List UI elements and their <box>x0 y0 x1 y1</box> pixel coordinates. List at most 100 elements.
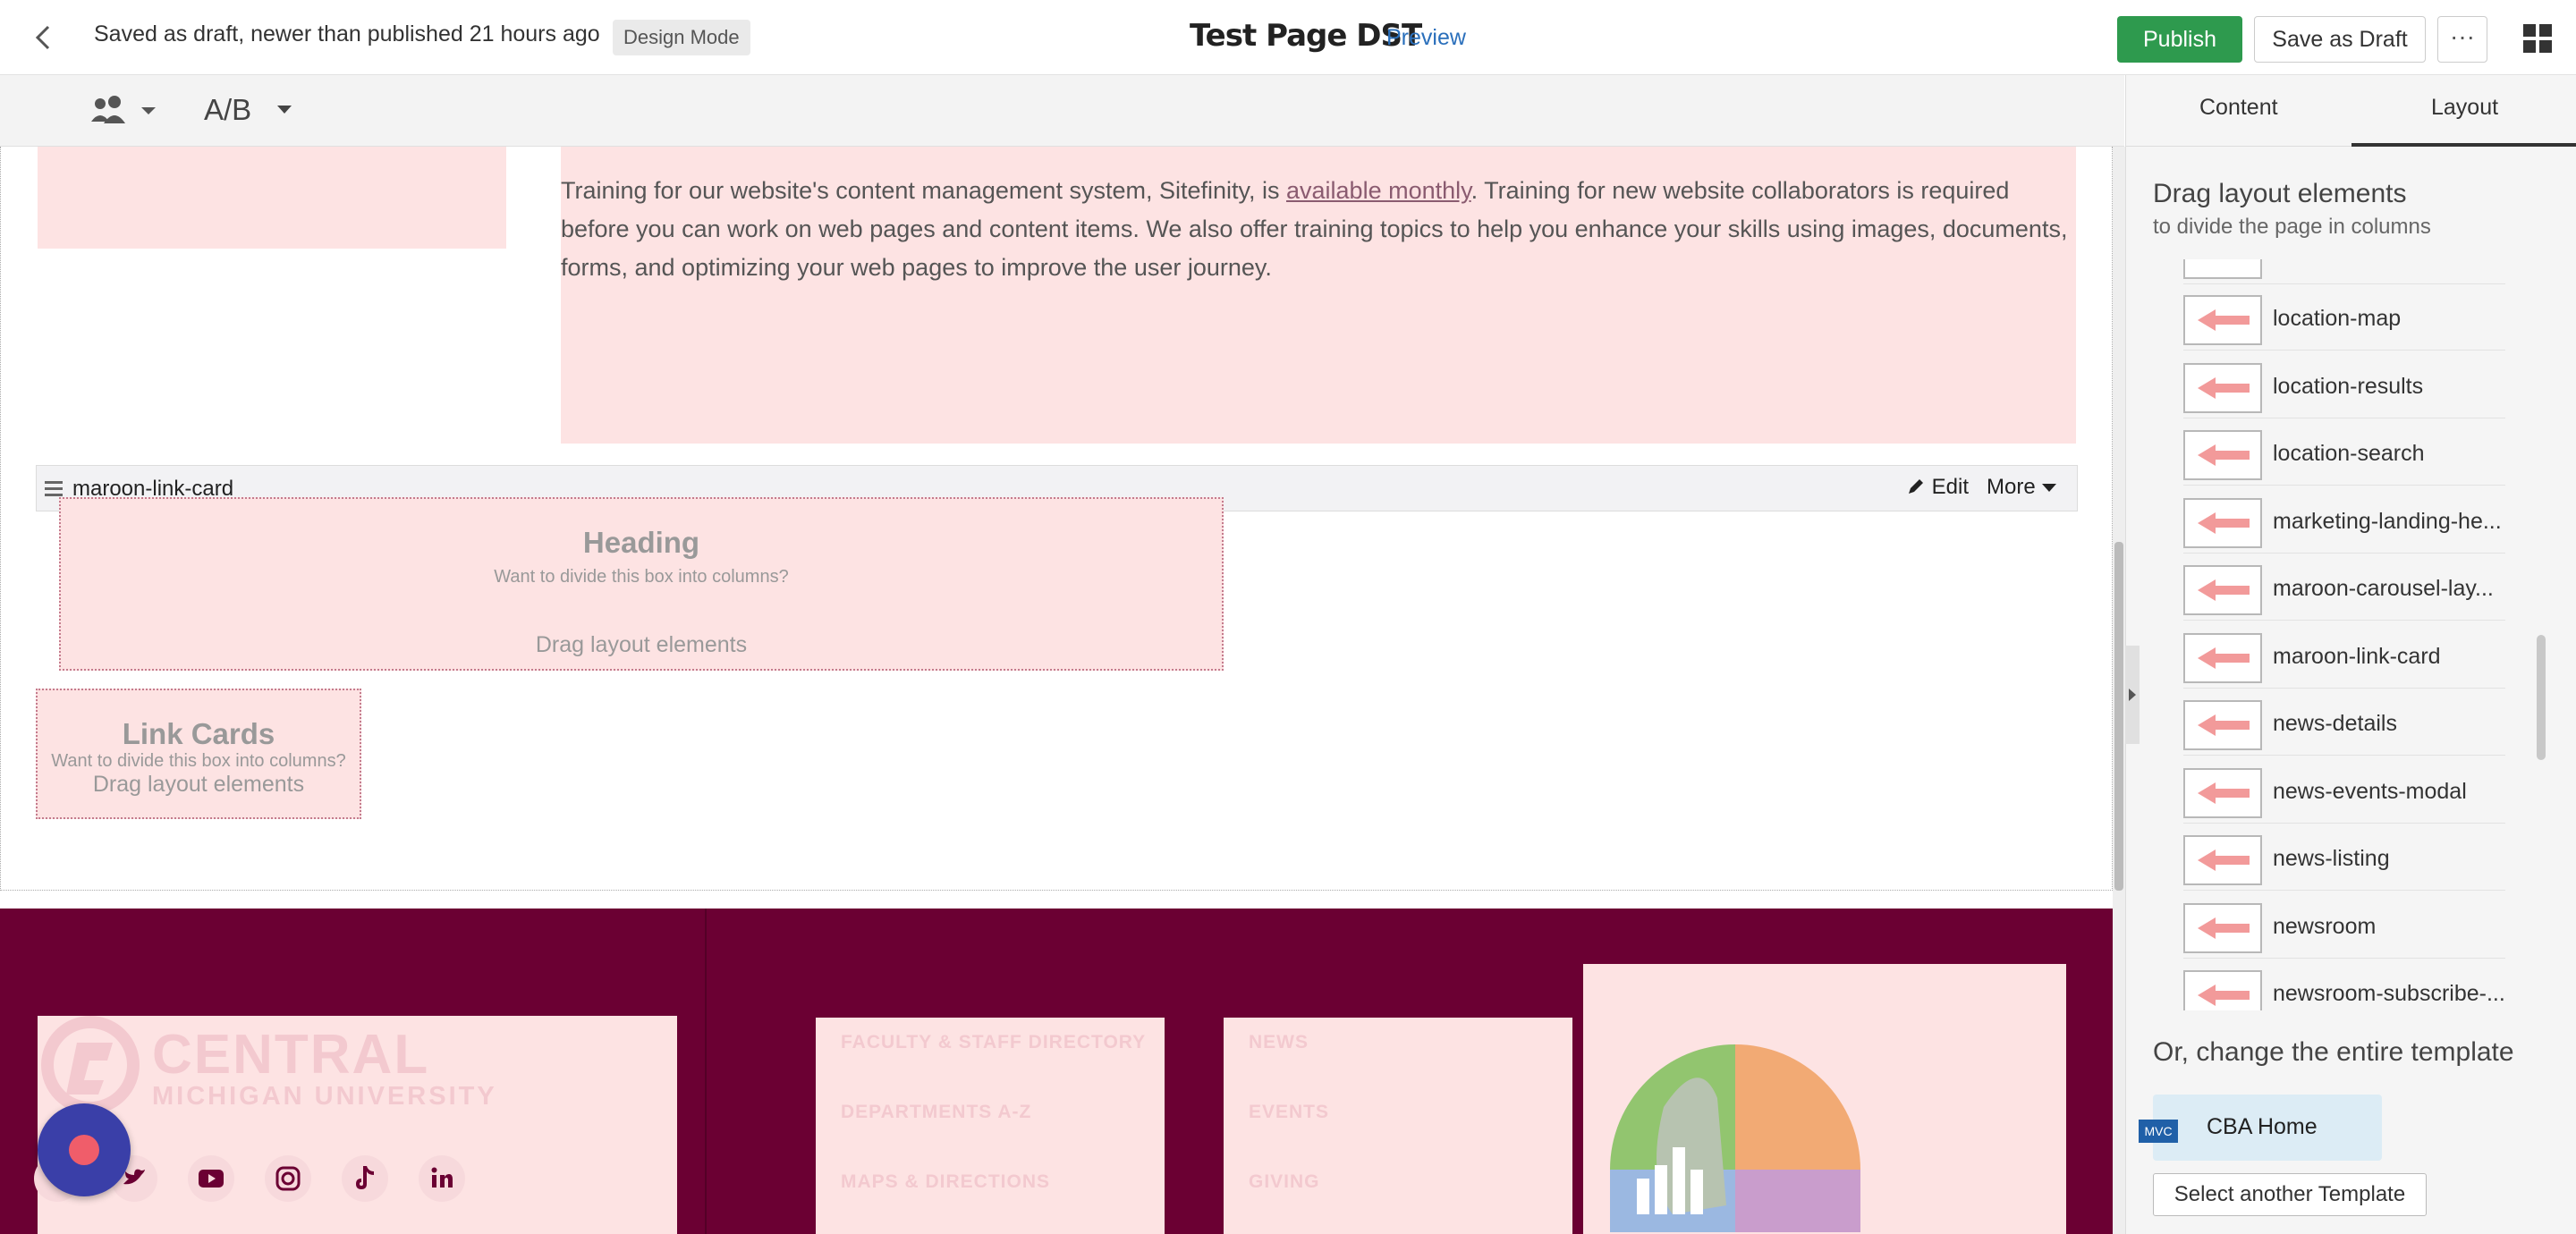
layout-element-label: news-events-modal <box>2273 778 2467 804</box>
layout-arrow-thumbnail-icon <box>2183 835 2262 885</box>
layout-element-item[interactable]: location-search <box>2183 419 2505 486</box>
ab-test-selector[interactable]: A/B <box>204 93 251 127</box>
footer-link[interactable]: NEWS <box>1249 1032 1309 1053</box>
layout-element-label: maroon-link-card <box>2273 643 2441 669</box>
layout-arrow-thumbnail-icon <box>2183 767 2262 818</box>
record-dot-icon <box>69 1135 99 1165</box>
drag-layout-hint: Drag layout elements <box>535 632 748 657</box>
layout-arrow-thumbnail-icon <box>2183 632 2262 683</box>
heading-drop-zone[interactable]: Heading Want to divide this box into col… <box>59 497 1224 671</box>
layout-arrow-thumbnail-icon <box>2183 430 2262 480</box>
list-item-partial[interactable] <box>2183 259 2505 284</box>
layout-element-item[interactable]: marketing-landing-he... <box>2183 487 2505 554</box>
canvas-scrollbar-thumb[interactable] <box>2114 542 2123 891</box>
layout-element-label: marketing-landing-he... <box>2273 508 2502 534</box>
content-block[interactable]: Training for our website's content manag… <box>561 147 2076 444</box>
widget-more-menu[interactable]: More <box>1987 475 2057 500</box>
design-mode-badge: Design Mode <box>613 20 750 55</box>
logo-text-university: MICHIGAN UNIVERSITY <box>152 1082 497 1111</box>
back-arrow-icon[interactable] <box>25 20 61 55</box>
mvc-badge: MVC <box>2139 1120 2178 1143</box>
layout-element-label: newsroom <box>2273 913 2377 939</box>
layout-elements-list[interactable]: location-map location-results location-sea… <box>2126 259 2576 1010</box>
drag-handle-icon[interactable] <box>44 478 64 498</box>
layout-arrow-thumbnail-icon <box>2183 565 2262 615</box>
layout-element-label: newsroom-subscribe-... <box>2273 981 2505 1006</box>
layout-element-item[interactable]: maroon-carousel-lay... <box>2183 554 2505 621</box>
preview-link[interactable]: Preview <box>1386 25 1466 51</box>
site-footer: CENTRAL MICHIGAN UNIVERSITY FACULTY & ST… <box>0 909 2113 1234</box>
drag-layout-hint: Drag layout elements <box>92 772 305 797</box>
layout-arrow-thumbnail-icon <box>2183 497 2262 548</box>
pencil-icon <box>1909 479 1923 494</box>
footer-link[interactable]: DEPARTMENTS A-Z <box>841 1102 1031 1123</box>
publish-button[interactable]: Publish <box>2117 16 2242 63</box>
layout-element-item[interactable]: location-results <box>2183 352 2505 418</box>
top-bar: Saved as draft, newer than published 21 … <box>0 0 2576 75</box>
youtube-icon[interactable] <box>188 1155 234 1202</box>
layout-element-item[interactable]: news-events-modal <box>2183 757 2505 824</box>
edit-widget-button[interactable]: Edit <box>1906 475 1969 500</box>
active-tab-indicator <box>2351 143 2576 147</box>
heading-placeholder-title: Heading <box>582 526 700 559</box>
footer-link[interactable]: MAPS & DIRECTIONS <box>841 1171 1050 1193</box>
link-cards-title: Link Cards <box>122 717 275 750</box>
tab-content[interactable]: Content <box>2199 95 2278 121</box>
layout-element-item[interactable]: newsroom <box>2183 892 2505 959</box>
personalization-users-icon[interactable] <box>89 95 161 127</box>
editor-toolbar: A/B <box>0 75 2124 147</box>
save-as-draft-button[interactable]: Save as Draft <box>2254 16 2426 63</box>
footer-divider <box>705 909 707 1234</box>
layout-element-item[interactable]: news-listing <box>2183 824 2505 891</box>
footer-link[interactable]: FACULTY & STAFF DIRECTORY <box>841 1032 1146 1053</box>
link-cards-drop-zone[interactable]: Link Cards Want to divide this box into … <box>36 689 361 819</box>
more-options-button[interactable]: ··· <box>2437 16 2487 63</box>
panel-scrollbar-thumb[interactable] <box>2537 635 2546 760</box>
draft-status-text: Saved as draft, newer than published 21 … <box>94 21 600 46</box>
layout-element-item[interactable]: maroon-link-card <box>2183 622 2505 689</box>
layout-element-item[interactable]: newsroom-subscribe-... <box>2183 959 2505 1010</box>
cmu-logo-icon <box>41 1016 140 1114</box>
layout-panel-heading: Drag layout elements <box>2153 179 2407 208</box>
divide-columns-hint: Want to divide this box into columns? <box>51 751 346 771</box>
layout-element-label: maroon-carousel-lay... <box>2273 576 2494 601</box>
tiktok-icon[interactable] <box>342 1155 388 1202</box>
current-template[interactable]: MVC CBA Home <box>2139 1095 2382 1161</box>
layout-arrow-thumbnail-icon <box>2183 700 2262 750</box>
ab-dropdown-caret-icon[interactable] <box>277 106 292 114</box>
layout-thumbnail-icon <box>2183 259 2262 279</box>
dashboard-grid-icon[interactable] <box>2522 23 2553 54</box>
footer-logo-card: CENTRAL MICHIGAN UNIVERSITY <box>34 1016 677 1234</box>
layout-arrow-thumbnail-icon <box>2183 362 2262 413</box>
layout-element-label: news-listing <box>2273 846 2390 871</box>
layout-arrow-thumbnail-icon <box>2183 902 2262 953</box>
transparency-reporting-card[interactable] <box>1583 964 2066 1234</box>
canvas-scrollbar[interactable] <box>2113 147 2125 1234</box>
footer-link[interactable]: GIVING <box>1249 1171 1320 1193</box>
layout-panel-subheading: to divide the page in columns <box>2153 215 2431 239</box>
record-button[interactable] <box>38 1103 131 1196</box>
collapse-panel-toggle[interactable] <box>2125 646 2140 744</box>
training-paragraph: Training for our website's content manag… <box>561 177 2068 281</box>
footer-link[interactable]: EVENTS <box>1249 1102 1329 1123</box>
layout-element-label: location-map <box>2273 306 2402 331</box>
linkedin-icon[interactable] <box>419 1155 465 1202</box>
transparency-reporting-graphic <box>1610 1044 1860 1232</box>
tab-layout[interactable]: Layout <box>2431 95 2498 121</box>
logo-text-central: CENTRAL <box>152 1024 430 1086</box>
footer-links-card-1: FACULTY & STAFF DIRECTORY DEPARTMENTS A-… <box>816 1018 1165 1234</box>
select-another-template-button[interactable]: Select another Template <box>2153 1173 2427 1216</box>
right-sidebar-panel: Content Layout Drag layout elements to d… <box>2125 75 2576 1234</box>
layout-arrow-thumbnail-icon <box>2183 295 2262 345</box>
available-monthly-link[interactable]: available monthly <box>1286 177 1471 204</box>
instagram-icon[interactable] <box>265 1155 311 1202</box>
layout-element-label: news-details <box>2273 711 2397 736</box>
change-template-heading: Or, change the entire template <box>2153 1037 2514 1067</box>
panel-scrollbar[interactable] <box>2537 259 2546 1015</box>
layout-element-item[interactable]: location-map <box>2183 284 2505 351</box>
left-placeholder-column[interactable] <box>38 147 506 249</box>
layout-element-label: location-results <box>2273 373 2424 399</box>
divide-columns-hint: Want to divide this box into columns? <box>494 567 789 587</box>
panel-tabs: Content Layout <box>2126 75 2576 147</box>
layout-element-item[interactable]: news-details <box>2183 689 2505 756</box>
